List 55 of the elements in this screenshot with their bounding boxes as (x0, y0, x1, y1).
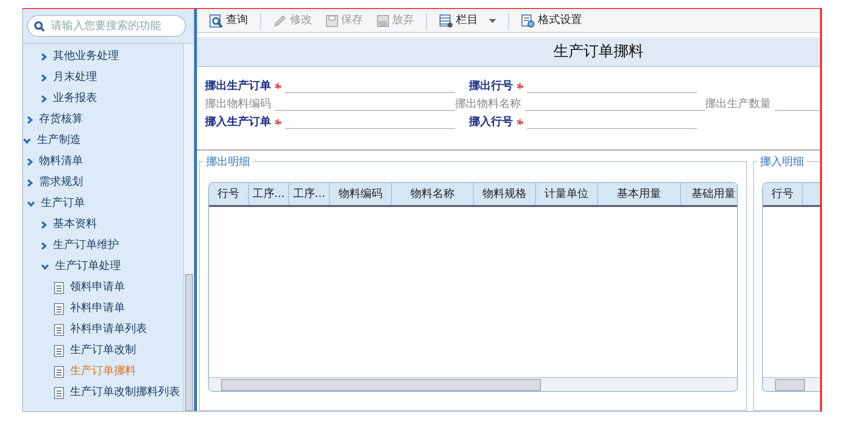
document-gear-icon (521, 14, 535, 28)
document-icon (54, 344, 64, 356)
field-label: 挪出生产数量 (705, 96, 771, 112)
tree-item[interactable]: 生产订单维护 (23, 235, 183, 256)
tree-item[interactable]: 生产订单改制挪料列表 (23, 382, 183, 403)
columns-icon (439, 14, 453, 28)
toolbar-button[interactable]: 格式设置 (515, 10, 588, 31)
column-header[interactable]: 工序... (289, 183, 330, 205)
tree-item[interactable]: 需求规划 (23, 172, 183, 193)
field-label: 挪入行号 (469, 114, 513, 130)
column-header[interactable]: 物料编码 (330, 183, 392, 205)
tree-item[interactable]: 生产订单改制 (23, 340, 183, 361)
document-icon (54, 324, 64, 336)
column-header[interactable]: 基础用量 (681, 183, 737, 205)
tree-item[interactable]: 月末处理 (23, 67, 183, 88)
scrollbar[interactable] (183, 44, 194, 411)
tree-item[interactable]: 其他业务处理 (23, 46, 183, 67)
document-icon (54, 366, 64, 378)
field-label: 挪出物料编码 (205, 96, 271, 112)
tree-item[interactable]: 基本资料 (23, 214, 183, 235)
tree-item[interactable]: 生产制造 (23, 130, 183, 151)
column-header[interactable]: 基本用量 (598, 183, 681, 205)
tree-item[interactable]: 生产订单 (23, 193, 183, 214)
required-mark-icon (275, 83, 281, 89)
search-icon (34, 20, 45, 32)
tree-item[interactable]: 物料清单 (23, 151, 183, 172)
column-header[interactable]: 行号 (209, 183, 249, 205)
tree-item[interactable]: 补料申请单 (23, 298, 183, 319)
horizontal-scrollbar[interactable] (763, 377, 820, 391)
document-icon (54, 386, 64, 398)
tree-item[interactable]: 领料申请单 (23, 277, 183, 298)
field-label: 挪出行号 (469, 78, 513, 94)
toolbar-button[interactable]: 栏目 (433, 10, 502, 31)
horizontal-scrollbar[interactable] (209, 377, 737, 391)
search-field[interactable]: 请输入您要搜索的功能 (27, 15, 186, 37)
column-header[interactable]: 工序... (249, 183, 289, 205)
field-label: 挪出物料名称 (455, 96, 521, 112)
required-mark-icon (275, 119, 281, 125)
page-title: 生产订单挪料 (554, 41, 644, 62)
column-header[interactable]: 计量单位 (536, 183, 598, 205)
required-mark-icon (517, 119, 523, 125)
tree-item[interactable]: 业务报表 (23, 88, 183, 109)
document-icon (54, 302, 64, 314)
column-header[interactable]: 物料规格 (474, 183, 536, 205)
required-mark-icon (517, 83, 523, 89)
toolbar-button[interactable]: 查询 (203, 10, 254, 31)
document-icon (54, 282, 64, 294)
field-label: 挪出生产订单 (205, 78, 271, 94)
tree-item[interactable]: 生产订单处理 (23, 256, 183, 277)
search-icon (209, 14, 223, 28)
pencil-icon (273, 14, 287, 28)
field-label: 挪入生产订单 (205, 114, 271, 130)
column-header[interactable]: 物料名称 (392, 183, 474, 205)
tree-item[interactable]: 补料申请单列表 (23, 319, 183, 340)
tree-item[interactable]: 存货核算 (23, 109, 183, 130)
